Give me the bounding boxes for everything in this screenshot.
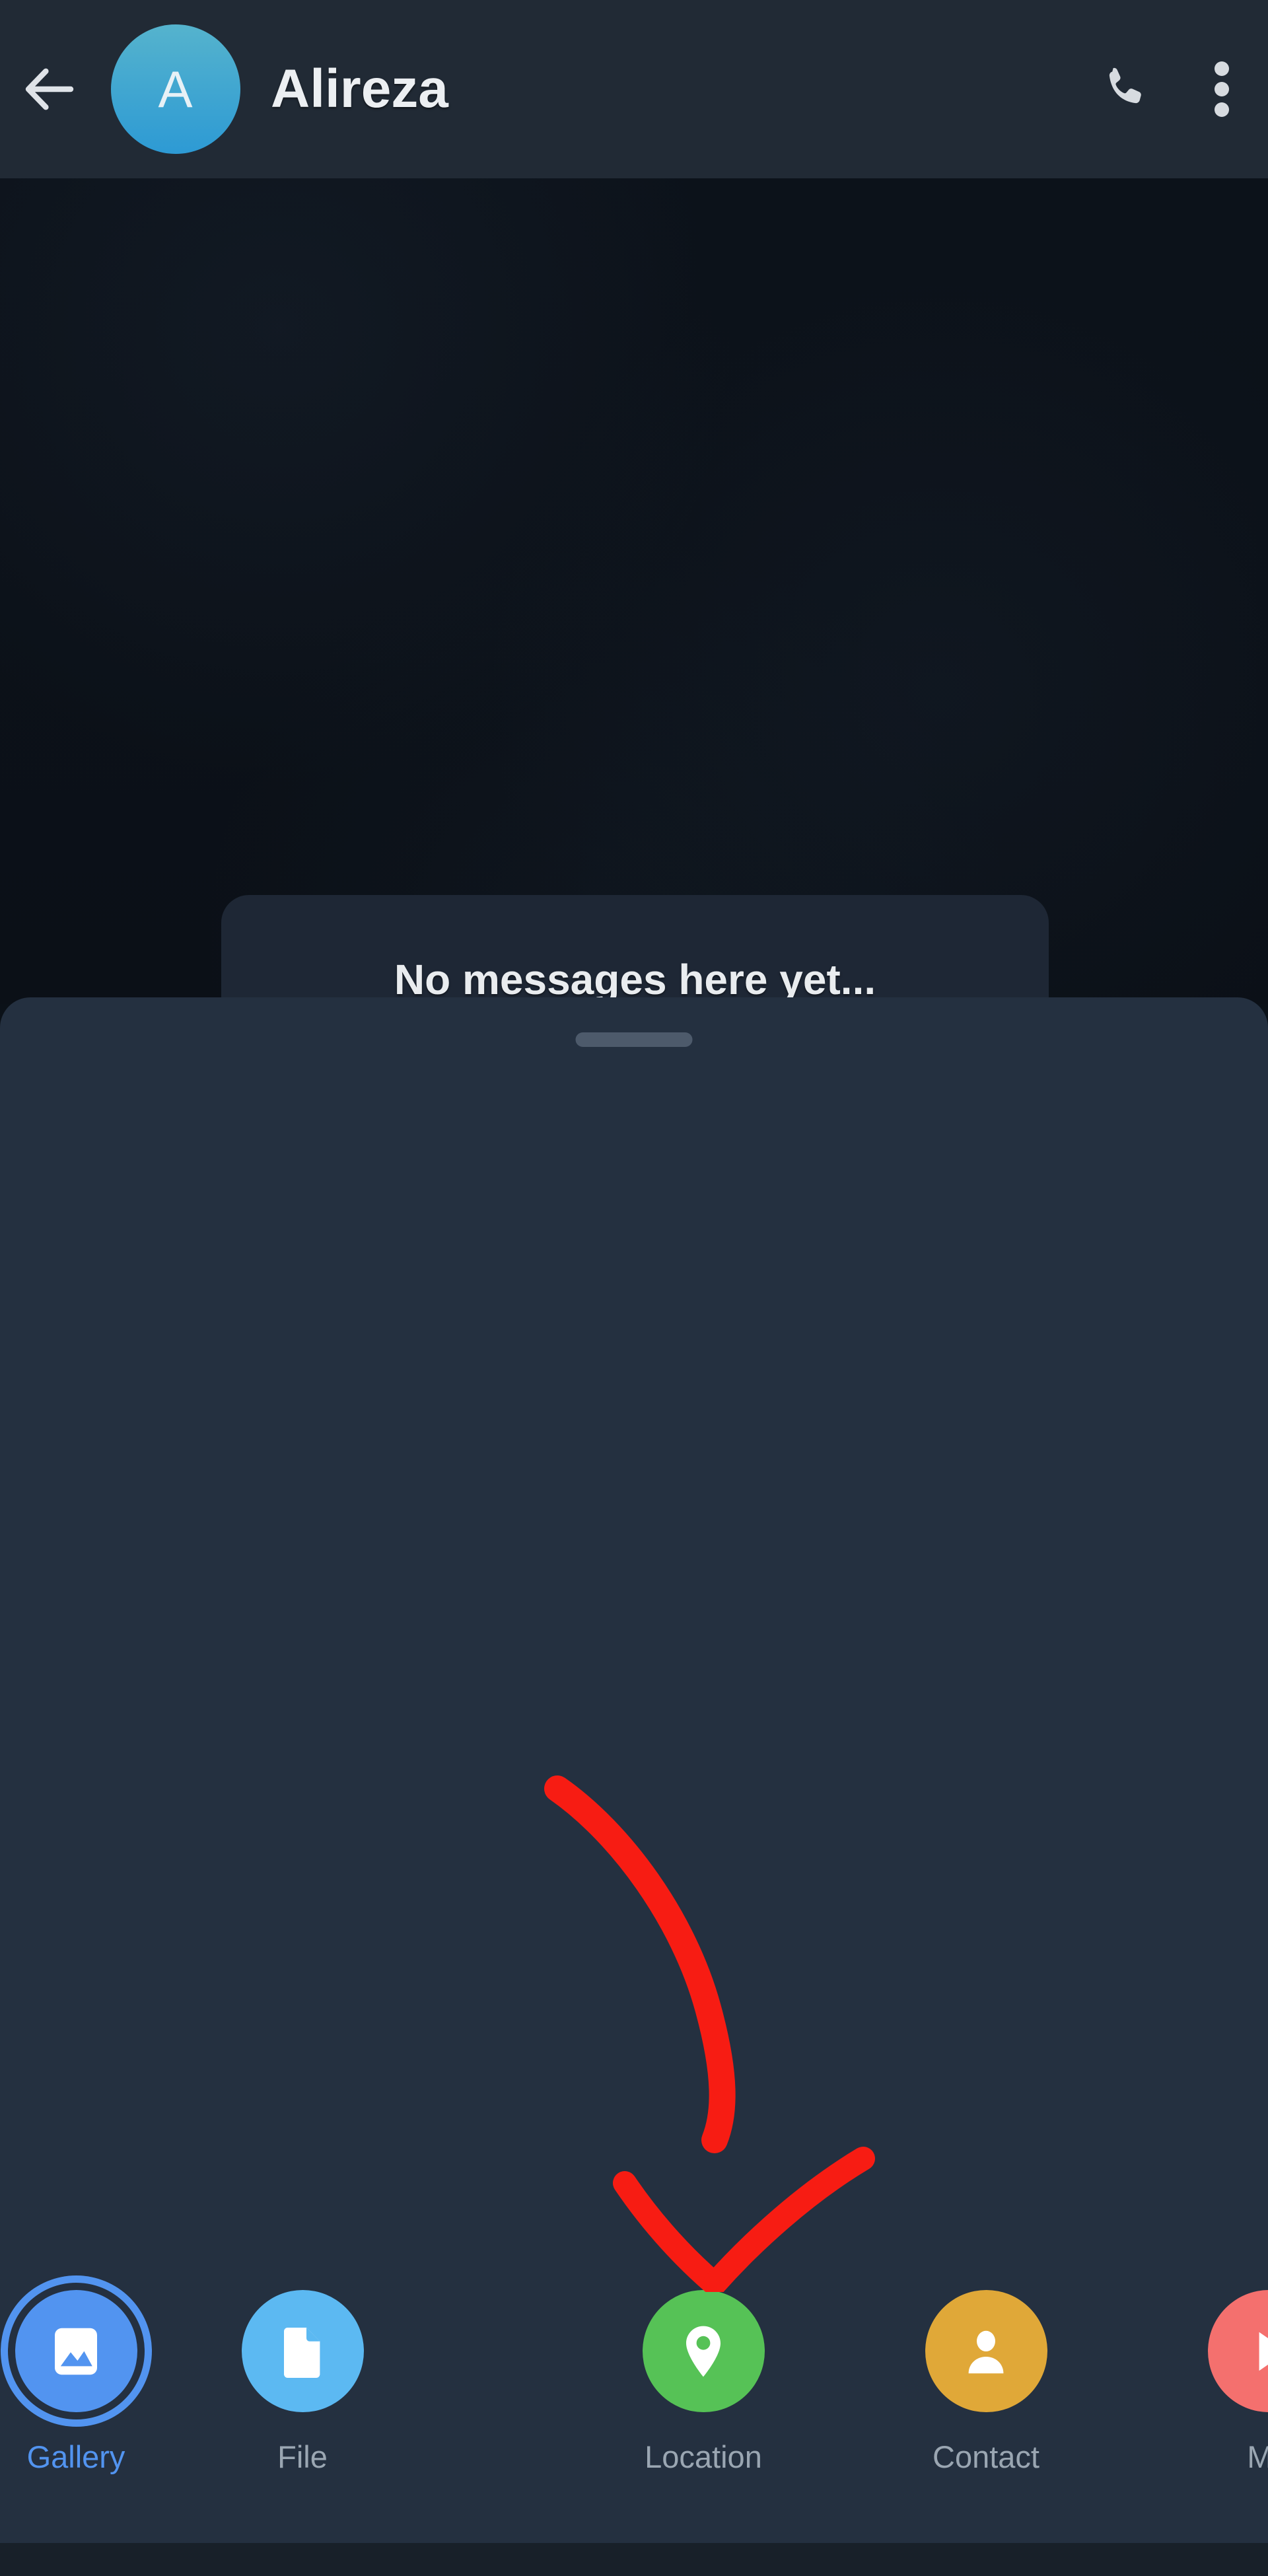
chat-message-area: No messages here yet... xyxy=(0,178,1268,1004)
contact-circle xyxy=(925,2290,1047,2412)
call-button[interactable] xyxy=(1076,0,1176,178)
attach-option-music[interactable]: Mu xyxy=(1193,2285,1268,2543)
empty-state-bubble: No messages here yet... xyxy=(221,895,1049,1004)
attach-option-contact[interactable]: Contact xyxy=(910,2285,1062,2543)
avatar-initial: A xyxy=(158,60,194,118)
location-circle xyxy=(642,2290,765,2412)
arrow-left-icon xyxy=(25,68,74,110)
system-navigation-bar xyxy=(0,2543,1268,2576)
attach-option-gallery[interactable]: Gallery xyxy=(0,2285,152,2543)
phone-screen: A Alireza No messages here yet... Galler… xyxy=(0,0,1268,2576)
chat-title-wrap[interactable]: Alireza xyxy=(271,62,1076,116)
document-icon xyxy=(284,2327,320,2378)
sheet-drag-handle[interactable] xyxy=(575,1032,693,1047)
image-icon xyxy=(55,2328,97,2375)
attach-label-music: Mu xyxy=(1247,2439,1268,2474)
file-circle xyxy=(241,2290,364,2412)
attach-option-location[interactable]: Location xyxy=(627,2285,779,2543)
attach-label-gallery: Gallery xyxy=(26,2439,125,2474)
map-pin-icon xyxy=(686,2326,721,2377)
attachment-options-row: Gallery File Location Contact M xyxy=(0,2285,1268,2543)
chat-app-bar: A Alireza xyxy=(0,0,1268,178)
play-icon xyxy=(1259,2332,1268,2371)
music-circle xyxy=(1207,2290,1268,2412)
back-button[interactable] xyxy=(0,0,99,178)
page-title: Alireza xyxy=(271,59,448,119)
gallery-circle xyxy=(15,2290,137,2412)
more-vertical-icon xyxy=(1215,55,1229,123)
overflow-menu-button[interactable] xyxy=(1176,0,1268,178)
person-icon xyxy=(968,2330,1004,2373)
avatar[interactable]: A xyxy=(111,24,240,154)
attach-label-file: File xyxy=(277,2439,328,2474)
attach-label-location: Location xyxy=(645,2439,762,2474)
phone-icon xyxy=(1109,67,1141,104)
attach-option-file[interactable]: File xyxy=(227,2285,378,2543)
attach-label-contact: Contact xyxy=(933,2439,1039,2474)
